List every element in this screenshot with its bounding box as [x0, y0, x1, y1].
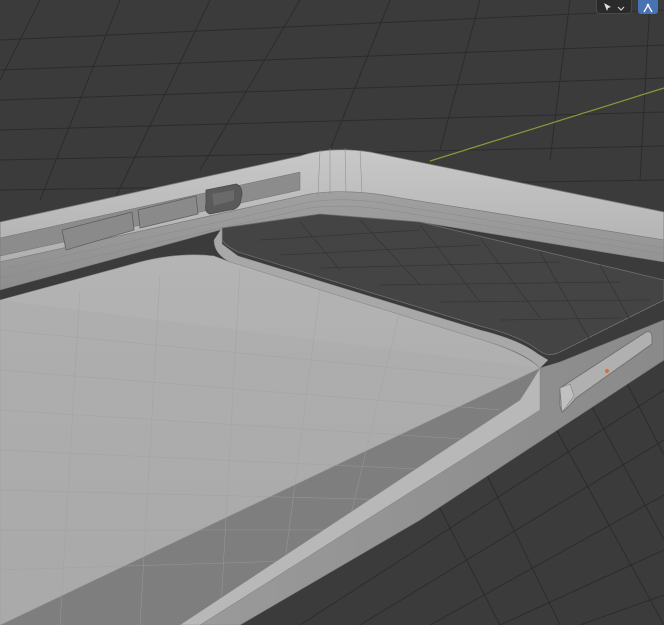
x-axis-line: [429, 87, 664, 162]
cursor-arrow-icon: [603, 0, 613, 16]
transform-gizmo-toggle[interactable]: [638, 0, 658, 14]
chevron-down-icon: [617, 0, 625, 16]
transform-gizmo-icon: [642, 0, 654, 17]
viewport-header-tools: [596, 0, 664, 14]
3d-viewport[interactable]: [0, 0, 664, 625]
viewport-scene[interactable]: [0, 0, 664, 625]
object-origin-marker: [605, 369, 609, 373]
select-tool-dropdown[interactable]: [596, 0, 632, 14]
